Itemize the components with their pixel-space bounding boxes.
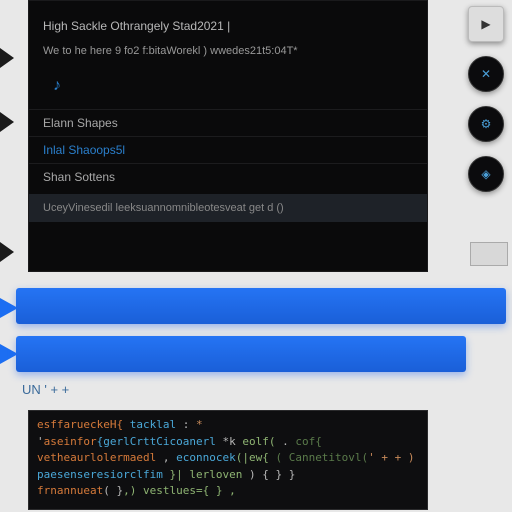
- code-editor[interactable]: esffarueckeH{ tacklal : * 'aseinfor{gerl…: [28, 410, 428, 510]
- play-button[interactable]: ▶: [468, 6, 504, 42]
- gear-icon: ⚙: [481, 117, 492, 131]
- side-box[interactable]: [470, 242, 508, 266]
- panel-subtitle: We to he here 9 fo2 f:bitaWorekl ) wwede…: [29, 39, 427, 63]
- close-icon: ✕: [481, 67, 491, 81]
- code-line: vetheaurlolermaedl , econnocek(|ew{ ( Ca…: [37, 450, 419, 467]
- gear-button[interactable]: ⚙: [468, 106, 504, 142]
- play-icon: ▶: [481, 17, 490, 31]
- code-line: frnannueat( },) vestlues={ } ,: [37, 483, 419, 500]
- language-label: UN ' + +: [22, 382, 69, 397]
- progress-bar-2[interactable]: [16, 336, 466, 372]
- nav-arrow-right-icon[interactable]: [0, 112, 14, 132]
- code-line: paesenseresiorclfim }| lerloven ) { } }: [37, 467, 419, 484]
- code-line: esffarueckeH{ tacklal : *: [37, 417, 419, 434]
- diamond-icon: ◈: [481, 167, 490, 181]
- command-input[interactable]: UceyVinesedil leeksuannomnibleotesveat g…: [29, 194, 427, 222]
- progress-bar-1[interactable]: [16, 288, 506, 324]
- diamond-button[interactable]: ◈: [468, 156, 504, 192]
- main-panel: High Sackle Othrangely Stad2021 | We to …: [28, 0, 428, 272]
- code-line: 'aseinfor{gerlCrttCicoanerl *k eolf( . c…: [37, 434, 419, 451]
- menu-item-shapes[interactable]: Elann Shapes: [29, 109, 427, 136]
- icon-toolbar: ▶ ✕ ⚙ ◈: [468, 6, 504, 192]
- nav-arrow-right-icon[interactable]: [0, 48, 14, 68]
- menu-item-settings[interactable]: Shan Sottens: [29, 163, 427, 190]
- nav-arrow-right-icon[interactable]: [0, 242, 14, 262]
- panel-title: High Sackle Othrangely Stad2021 |: [29, 1, 427, 39]
- menu-list: Elann Shapes Inlal Shaoops5l Shan Sotten…: [29, 109, 427, 190]
- close-button[interactable]: ✕: [468, 56, 504, 92]
- menu-item-shadows[interactable]: Inlal Shaoops5l: [29, 136, 427, 163]
- note-icon: ♪: [53, 77, 403, 95]
